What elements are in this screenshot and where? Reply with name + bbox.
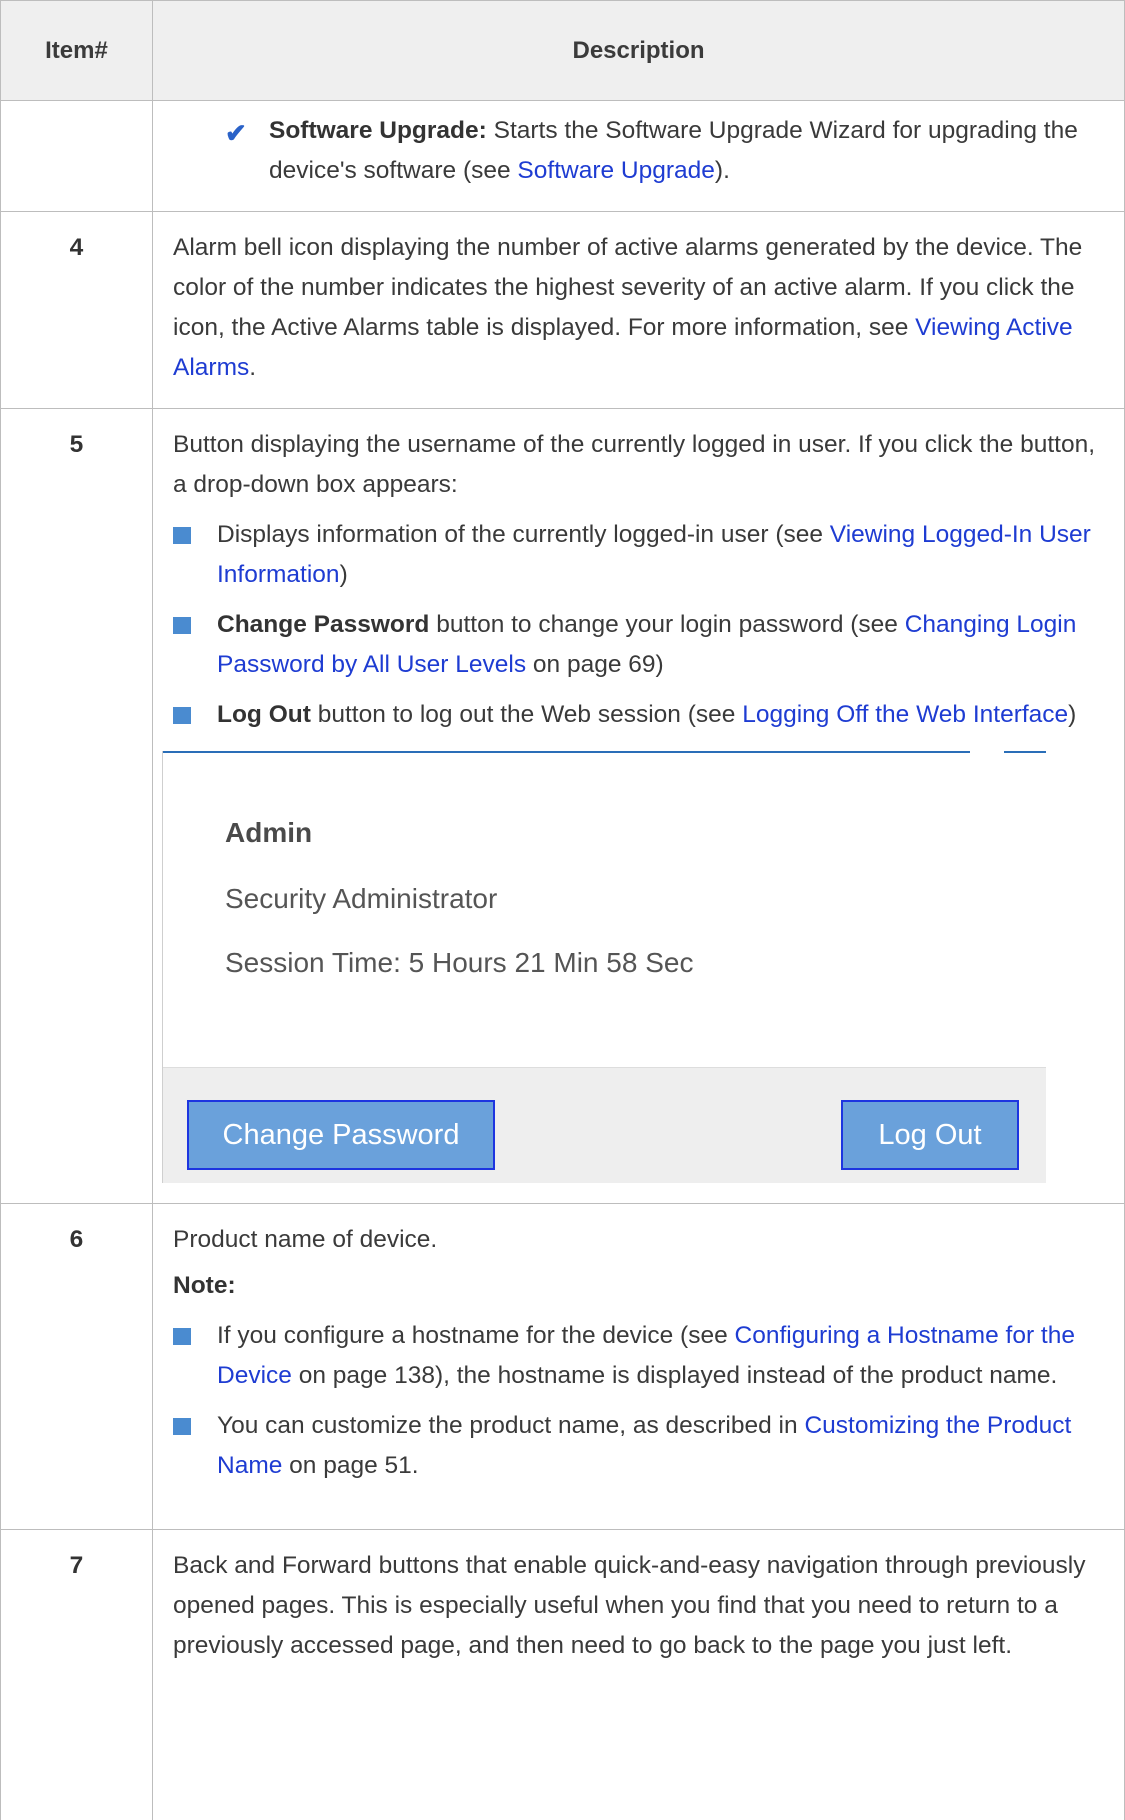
description-cell: Button displaying the username of the cu…	[152, 408, 1125, 1204]
bullet-list: If you configure a hostname for the devi…	[173, 1316, 1104, 1486]
item-number: 6	[0, 1203, 153, 1530]
table-row: ✔ Software Upgrade: Starts the Software U…	[0, 100, 1125, 212]
table-row: 4 Alarm bell icon displaying the number …	[0, 211, 1125, 409]
row7-text: Back and Forward buttons that enable qui…	[173, 1552, 1086, 1659]
text-end: on page 138), the hostname is displayed …	[291, 1362, 1058, 1389]
bullet-text: button to change your login password (se…	[429, 611, 905, 638]
item-number: 5	[0, 408, 153, 1204]
bullet-square-icon	[173, 707, 191, 724]
software-upgrade-link[interactable]: Software Upgrade	[517, 157, 714, 184]
list-item: You can customize the product name, as d…	[173, 1406, 1104, 1486]
description-cell: ✔ Software Upgrade: Starts the Software U…	[152, 100, 1125, 212]
bullet-square-icon	[173, 617, 191, 634]
text-end: .	[249, 354, 257, 381]
row6-intro: Product name of device.	[173, 1226, 438, 1253]
bullet-text: You can customize the product name, as d…	[217, 1412, 805, 1439]
row5-intro: Button displaying the username of the cu…	[173, 431, 1096, 498]
header-description: Description	[152, 0, 1125, 101]
table-row: 6 Product name of device. Note: If you c…	[0, 1203, 1125, 1530]
bullet-bold: Change Password	[217, 611, 430, 638]
table-row: 5 Button displaying the username of the …	[0, 408, 1125, 1204]
user-role: Security Administrator	[225, 883, 498, 914]
list-item: Change Password button to change your lo…	[173, 605, 1104, 685]
description-table: Item# Description ✔ Software Upgrade: Sta…	[0, 0, 1125, 1820]
bullet-bold: Log Out	[217, 701, 311, 728]
bullet-square-icon	[173, 527, 191, 544]
table-header-row: Item# Description	[0, 0, 1125, 101]
list-item: Displays information of the currently lo…	[173, 515, 1104, 595]
bullet-text: Displays information of the currently lo…	[217, 521, 830, 548]
user-dropdown-screenshot: Admin Security Administrator Session Tim…	[162, 751, 1060, 1183]
change-password-button[interactable]: Change Password	[187, 1100, 495, 1170]
text-end: on page 51.	[282, 1452, 419, 1479]
session-time: Session Time: 5 Hours 21 Min 58 Sec	[225, 947, 694, 978]
description-cell: Product name of device. Note: If you con…	[152, 1203, 1125, 1530]
text-end: )	[339, 561, 348, 588]
note-label: Note:	[173, 1272, 236, 1299]
log-out-button[interactable]: Log Out	[841, 1100, 1019, 1170]
bullet-square-icon	[173, 1328, 191, 1345]
list-item: If you configure a hostname for the devi…	[173, 1316, 1104, 1396]
logging-off-link[interactable]: Logging Off the Web Interface	[742, 701, 1068, 728]
item-number: 7	[0, 1529, 153, 1820]
item-number: 4	[0, 211, 153, 409]
header-item: Item#	[0, 0, 153, 101]
item-number-cell	[0, 100, 153, 212]
bullet-square-icon	[173, 1418, 191, 1435]
description-cell: Alarm bell icon displaying the number of…	[152, 211, 1125, 409]
divider	[566, 751, 970, 753]
text-end: )	[1068, 701, 1077, 728]
divider	[1004, 751, 1046, 753]
bullet-text: button to log out the Web session (see	[310, 701, 743, 728]
list-item: Log Out button to log out the Web sessio…	[173, 695, 1104, 735]
user-name: Admin	[225, 817, 313, 848]
text-end: on page 69)	[526, 651, 664, 678]
bullet-text: If you configure a hostname for the devi…	[217, 1322, 735, 1349]
divider	[163, 751, 566, 753]
software-upgrade-label: Software Upgrade:	[269, 117, 487, 144]
text-end: ).	[714, 157, 730, 184]
bullet-list: Displays information of the currently lo…	[173, 515, 1104, 735]
description-cell: Back and Forward buttons that enable qui…	[152, 1529, 1125, 1820]
table-row: 7 Back and Forward buttons that enable q…	[0, 1529, 1125, 1820]
check-list-item: ✔ Software Upgrade: Starts the Software U…	[173, 111, 1104, 191]
dropdown-footer: Change Password Log Out	[163, 1067, 1046, 1183]
checkmark-icon: ✔	[225, 118, 247, 148]
